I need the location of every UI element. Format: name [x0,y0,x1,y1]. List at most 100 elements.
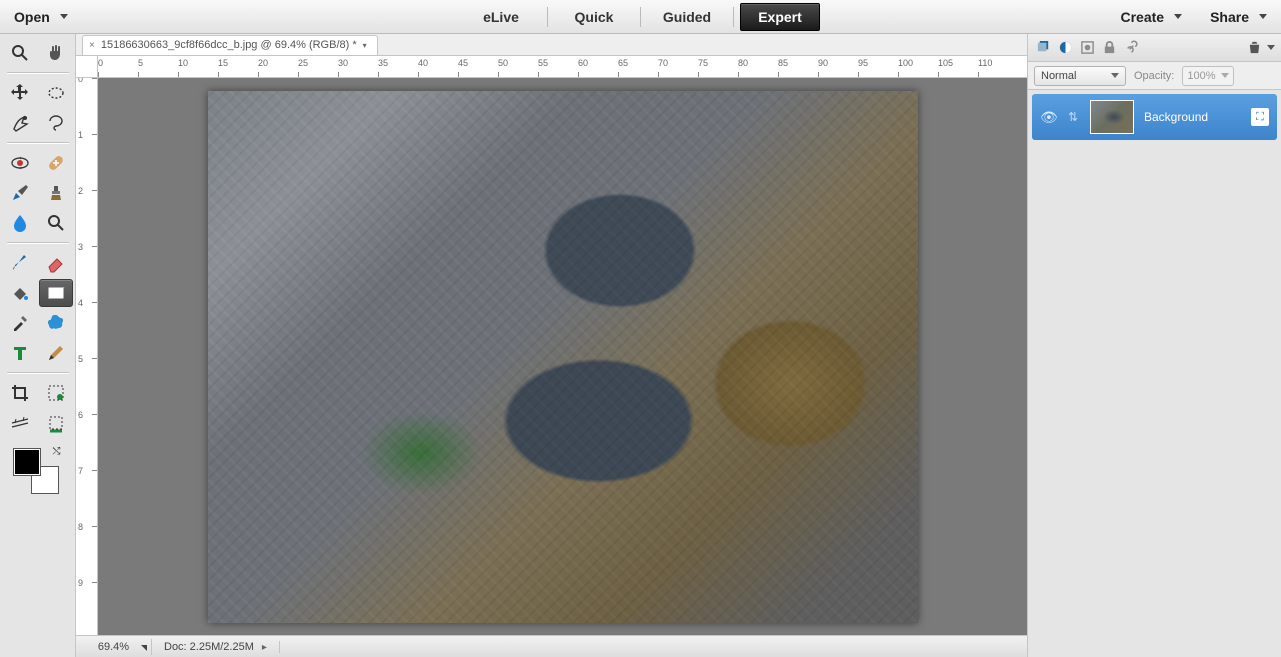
chevron-down-icon[interactable]: ▾ [363,41,367,50]
share-menu-button[interactable]: Share [1196,0,1281,33]
ruler-horizontal[interactable]: 0510152025303540455055606570758085909510… [98,56,1027,78]
recompose-tool[interactable] [39,379,73,407]
straighten-tool[interactable] [3,409,37,437]
foreground-color-swatch[interactable] [13,448,41,476]
ruler-tick: 3 [78,242,83,252]
link-icon[interactable]: ⇅ [1066,110,1080,124]
document-tabbar: × 15186630663_9cf8f66dcc_b.jpg @ 69.4% (… [76,34,1027,56]
mode-quick[interactable]: Quick [554,3,634,31]
mode-elive[interactable]: eLive [461,3,541,31]
clone-tool[interactable] [39,179,73,207]
quickselect-tool[interactable] [3,109,37,137]
swap-colors-icon[interactable]: ⤭ [53,446,61,457]
smartbrush-tool[interactable] [3,179,37,207]
open-menu-button[interactable]: Open [0,0,82,33]
top-menubar: Open eLive Quick Guided Expert Create Sh… [0,0,1281,34]
opacity-input[interactable]: 100% [1182,66,1234,86]
ruler-tick: 85 [778,58,788,68]
doc-info[interactable]: Doc: 2.25M/2.25M [152,641,280,653]
ruler-tick: 100 [898,58,913,68]
ruler-tick: 5 [78,354,83,364]
ruler-tick: 20 [258,58,268,68]
sponge-tool[interactable] [39,209,73,237]
layers-panel: Normal Opacity: 100% 👁⇅Background⛶ [1027,34,1281,657]
ruler-tick: 4 [78,298,83,308]
marquee-tool[interactable] [39,79,73,107]
visibility-icon[interactable]: 👁 [1040,109,1056,126]
trash-icon[interactable] [1245,39,1263,57]
new-layer-icon[interactable] [1034,39,1052,57]
ruler-tick: 60 [578,58,588,68]
fill-tool[interactable] [3,279,37,307]
document-area: × 15186630663_9cf8f66dcc_b.jpg @ 69.4% (… [76,34,1027,657]
ruler-tick: 1 [78,130,83,140]
image-canvas[interactable] [208,91,918,623]
toolbox: ⤭ [0,34,76,657]
blend-mode-select[interactable]: Normal [1034,66,1126,86]
status-bar: 69.4% Doc: 2.25M/2.25M [76,635,1027,657]
zoom-tool[interactable] [3,39,37,67]
ruler-tick: 0 [78,78,83,84]
opacity-value: 100% [1187,70,1215,82]
ruler-tick: 75 [698,58,708,68]
ruler-tick: 70 [658,58,668,68]
close-icon[interactable]: × [89,40,95,51]
canvas-viewport[interactable] [98,78,1027,635]
ruler-tick: 110 [978,58,992,68]
shape-tool[interactable] [39,309,73,337]
ruler-tick: 25 [298,58,308,68]
blend-opacity-row: Normal Opacity: 100% [1028,62,1281,90]
create-menu-button[interactable]: Create [1106,0,1196,33]
mode-expert[interactable]: Expert [740,3,820,31]
zoom-display[interactable]: 69.4% [76,639,152,655]
ruler-origin[interactable] [76,56,98,78]
chevron-down-icon [1221,73,1229,78]
healing-tool[interactable] [39,149,73,177]
opacity-label: Opacity: [1134,70,1174,82]
crop-tool[interactable] [3,379,37,407]
cookie-tool[interactable] [39,409,73,437]
ruler-tick: 80 [738,58,748,68]
ruler-tick: 50 [498,58,508,68]
document-tab[interactable]: × 15186630663_9cf8f66dcc_b.jpg @ 69.4% (… [82,35,378,55]
chevron-down-icon [1259,14,1267,19]
document-tab-label: 15186630663_9cf8f66dcc_b.jpg @ 69.4% (RG… [101,39,357,51]
share-label: Share [1210,9,1249,25]
ruler-tick: 45 [458,58,468,68]
blur-tool[interactable] [3,209,37,237]
brush-tool[interactable] [3,249,37,277]
panel-menu-icon[interactable] [1267,45,1275,50]
gradient-tool[interactable] [39,279,73,307]
color-swatches[interactable]: ⤭ [9,444,67,494]
layer-list[interactable]: 👁⇅Background⛶ [1028,90,1281,657]
type-tool[interactable] [3,339,37,367]
ruler-tick: 5 [138,58,143,68]
blend-mode-value: Normal [1041,70,1076,82]
ruler-tick: 95 [858,58,868,68]
redeye-tool[interactable] [3,149,37,177]
layer-mask-icon[interactable] [1078,39,1096,57]
eraser-tool[interactable] [39,249,73,277]
ruler-tick: 15 [218,58,228,68]
ruler-tick: 0 [98,58,103,68]
lock-layer-icon[interactable] [1100,39,1118,57]
canvas-frame: 0510152025303540455055606570758085909510… [76,56,1027,657]
adjustment-layer-icon[interactable] [1056,39,1074,57]
open-label: Open [14,9,50,25]
ruler-tick: 105 [938,58,953,68]
lock-icon[interactable]: ⛶ [1251,108,1269,126]
move-tool[interactable] [3,79,37,107]
layer-row[interactable]: 👁⇅Background⛶ [1032,94,1277,140]
ruler-tick: 10 [178,58,188,68]
ruler-tick: 6 [78,410,83,420]
hand-tool[interactable] [39,39,73,67]
ruler-vertical[interactable]: 0123456789 [76,78,98,635]
pencil-tool[interactable] [39,339,73,367]
chevron-down-icon [1111,73,1119,78]
link-layers-icon[interactable] [1122,39,1140,57]
eyedropper-tool[interactable] [3,309,37,337]
mode-guided[interactable]: Guided [647,3,727,31]
layer-thumbnail[interactable] [1090,100,1134,134]
ruler-tick: 2 [78,186,83,196]
lasso-tool[interactable] [39,109,73,137]
